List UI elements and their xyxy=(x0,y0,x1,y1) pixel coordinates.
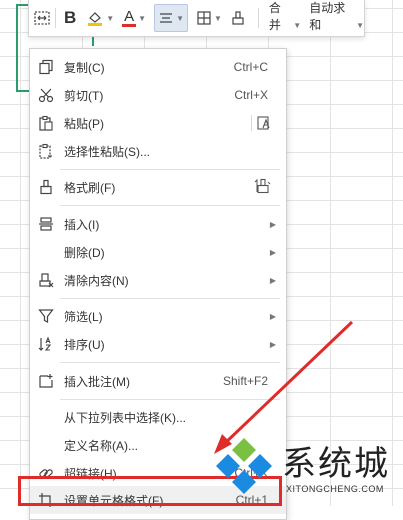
merge-cells-icon[interactable] xyxy=(33,5,51,31)
paste-icon xyxy=(38,115,54,131)
menu-item-label: 定义名称(A)... xyxy=(64,438,138,453)
submenu-arrow-icon: ▶ xyxy=(269,311,276,321)
chevron-down-icon[interactable]: ▼ xyxy=(214,14,222,23)
paste-special-icon xyxy=(38,143,54,159)
chevron-down-icon[interactable]: ▼ xyxy=(356,21,364,30)
mini-toolbar: B ▼ A ▼ ▼ ▼ 合并 ▼ 自动求和 ▼ xyxy=(28,0,365,37)
chevron-down-icon[interactable]: ▼ xyxy=(106,14,114,23)
watermark-url: XITONGCHENG.COM xyxy=(286,484,384,494)
borders-icon[interactable]: ▼ xyxy=(196,5,222,31)
submenu-arrow-icon: ▶ xyxy=(269,247,276,257)
menu-item-label: 剪切(T) xyxy=(64,88,104,103)
watermark-logo-icon xyxy=(216,438,272,494)
chevron-down-icon[interactable]: ▼ xyxy=(138,14,146,23)
clear-icon xyxy=(38,272,54,288)
menu-item-filter[interactable]: 筛选(L) ▶ xyxy=(30,302,286,330)
bold-glyph: B xyxy=(63,8,77,27)
paste-options-icon[interactable] xyxy=(256,114,272,133)
watermark: 系统城 XITONGCHENG.COM xyxy=(214,434,399,500)
menu-item-paste-special[interactable]: 选择性粘贴(S)... xyxy=(30,137,286,165)
font-color-swatch xyxy=(122,23,137,27)
menu-item-sort[interactable]: 排序(U) ▶ xyxy=(30,330,286,358)
insert-icon xyxy=(38,216,54,232)
autosum-button[interactable]: 自动求和 xyxy=(309,1,354,33)
menu-item-paste[interactable]: 粘贴(P) xyxy=(30,109,286,137)
menu-item-divider xyxy=(251,115,252,131)
bold-icon[interactable]: B xyxy=(64,5,76,31)
menu-item-shortcut: Ctrl+X xyxy=(234,88,268,102)
submenu-arrow-icon: ▶ xyxy=(269,219,276,229)
menu-separator xyxy=(60,362,280,363)
chevron-down-icon[interactable]: ▼ xyxy=(293,21,301,30)
menu-item-label: 删除(D) xyxy=(64,245,105,260)
submenu-arrow-icon: ▶ xyxy=(269,275,276,285)
menu-item-label: 格式刷(F) xyxy=(64,180,116,195)
watermark-title: 系统城 xyxy=(282,444,390,484)
menu-item-label: 选择性粘贴(S)... xyxy=(64,144,150,159)
sort-icon xyxy=(38,336,54,352)
menu-item-format-painter[interactable]: 格式刷(F) xyxy=(30,173,286,201)
merge-button[interactable]: 合并 xyxy=(268,1,291,33)
autosum-label: 自动求和 xyxy=(309,1,346,32)
menu-item-label: 从下拉列表中选择(K)... xyxy=(64,410,186,425)
menu-item-insert-comment[interactable]: 插入批注(M) Shift+F2 xyxy=(30,367,286,395)
menu-item-pick-from-list[interactable]: 从下拉列表中选择(K)... xyxy=(30,403,286,431)
format-brush-icon[interactable] xyxy=(230,5,246,31)
menu-item-label: 排序(U) xyxy=(64,337,105,352)
format-painter-icon xyxy=(38,179,54,195)
comment-icon xyxy=(38,373,54,389)
cut-icon xyxy=(38,87,54,103)
menu-item-label: 粘贴(P) xyxy=(64,116,104,131)
align-icon[interactable]: ▼ xyxy=(154,4,188,32)
menu-item-copy[interactable]: 复制(C) Ctrl+C xyxy=(30,53,286,81)
chevron-down-icon[interactable]: ▼ xyxy=(176,14,184,23)
menu-item-label: 插入批注(M) xyxy=(64,374,130,389)
fill-color-icon[interactable]: ▼ xyxy=(86,5,114,31)
toolbar-separator xyxy=(257,8,259,28)
menu-item-clear-contents[interactable]: 清除内容(N) ▶ xyxy=(30,266,286,294)
menu-item-label: 清除内容(N) xyxy=(64,273,129,288)
submenu-arrow-icon: ▶ xyxy=(269,339,276,349)
menu-separator xyxy=(60,298,280,299)
menu-item-label: 插入(I) xyxy=(64,217,100,232)
menu-item-shortcut: Shift+F2 xyxy=(222,374,268,388)
menu-separator xyxy=(60,169,280,170)
copy-icon xyxy=(38,59,54,75)
menu-item-label: 筛选(L) xyxy=(64,309,103,324)
menu-item-cut[interactable]: 剪切(T) Ctrl+X xyxy=(30,81,286,109)
menu-item-shortcut: Ctrl+C xyxy=(233,60,268,74)
font-color-glyph: A xyxy=(124,7,135,25)
filter-icon xyxy=(38,308,54,324)
font-color-icon[interactable]: A ▼ xyxy=(122,5,146,31)
toolbar-separator xyxy=(55,8,56,28)
menu-item-delete[interactable]: 删除(D) ▶ xyxy=(30,238,286,266)
format-painter-pin-icon[interactable] xyxy=(254,178,272,197)
merge-label: 合并 xyxy=(268,1,281,32)
menu-separator xyxy=(60,399,280,400)
menu-separator xyxy=(60,205,280,206)
menu-item-insert[interactable]: 插入(I) ▶ xyxy=(30,210,286,238)
menu-item-label: 复制(C) xyxy=(64,60,105,75)
